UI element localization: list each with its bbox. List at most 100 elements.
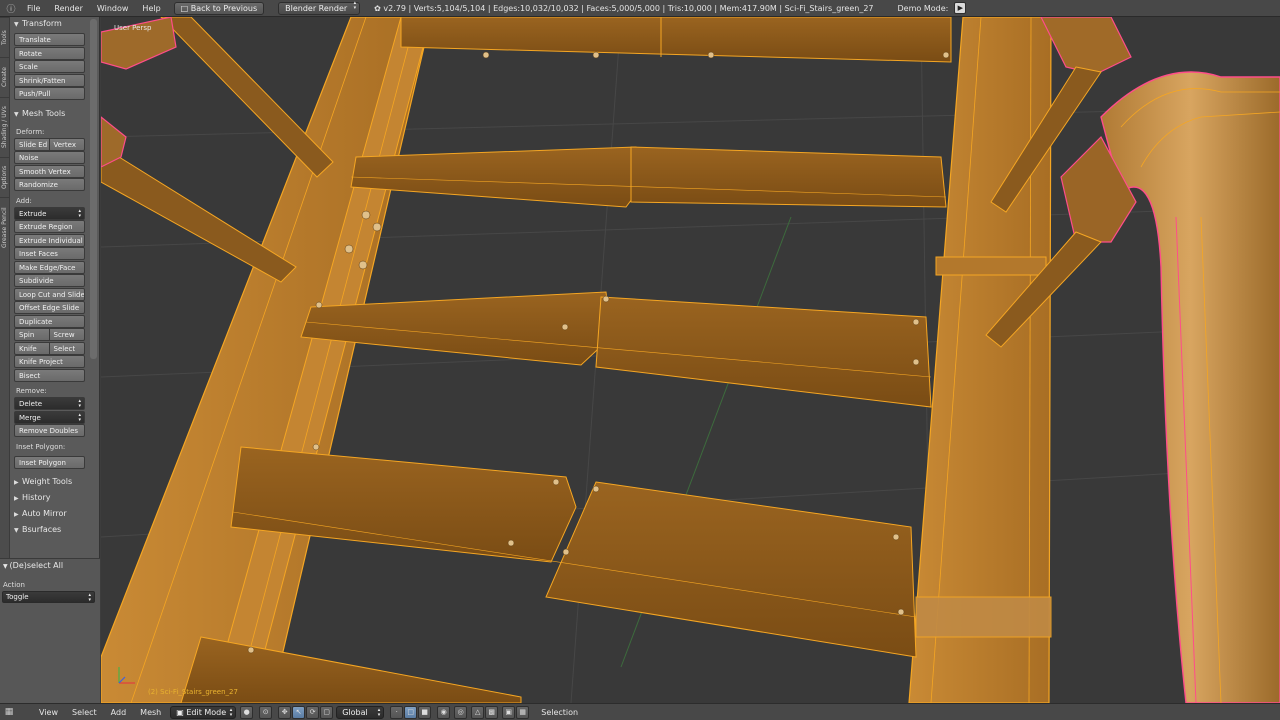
limit-selection-icon[interactable]: ◉ bbox=[437, 705, 451, 719]
smooth-vertex-button[interactable]: Smooth Vertex bbox=[14, 164, 85, 178]
tool-shelf-scrollbar[interactable] bbox=[90, 19, 97, 359]
editor-type-3dview-icon[interactable]: ▦ bbox=[0, 705, 18, 719]
expanded-triangle-icon: ▼ bbox=[14, 110, 19, 118]
action-label: Action bbox=[3, 581, 25, 589]
tab-options[interactable]: Options bbox=[0, 157, 9, 197]
operator-panel-header[interactable]: ▼ (De)select All bbox=[0, 559, 100, 573]
translate-manipulator-icon[interactable]: ↖ bbox=[292, 705, 306, 719]
tab-tools[interactable]: Tools bbox=[0, 17, 9, 57]
tab-create[interactable]: Create bbox=[0, 57, 9, 97]
inset-polygon-label: Inset Polygon: bbox=[16, 442, 66, 451]
back-to-previous-button[interactable]: □ Back to Previous bbox=[173, 1, 265, 15]
bsurfaces-panel-header[interactable]: ▼ Bsurfaces bbox=[11, 523, 88, 536]
extrude-individual-button[interactable]: Extrude Individual bbox=[14, 233, 85, 247]
edge-select-icon[interactable]: □ bbox=[404, 705, 418, 719]
inset-faces-button[interactable]: Inset Faces bbox=[14, 247, 85, 260]
duplicate-button[interactable]: Duplicate bbox=[14, 314, 85, 328]
snap-toggle-icon[interactable]: △ bbox=[471, 705, 485, 719]
rotate-button[interactable]: Rotate bbox=[14, 46, 85, 60]
menu-file[interactable]: File bbox=[20, 0, 47, 17]
slide-vertex-button[interactable]: Vertex bbox=[49, 137, 85, 151]
mode-select[interactable]: ▣ Edit Mode bbox=[170, 705, 237, 719]
deform-label: Deform: bbox=[16, 127, 45, 136]
make-edge-face-button[interactable]: Make Edge/Face bbox=[14, 260, 85, 274]
bisect-button[interactable]: Bisect bbox=[14, 368, 85, 382]
back-to-previous-label: Back to Previous bbox=[190, 3, 258, 13]
menu-add[interactable]: Add bbox=[104, 704, 134, 720]
viewport-shading-icon[interactable]: ● bbox=[240, 705, 254, 719]
proportional-edit-icon[interactable]: ◎ bbox=[454, 705, 468, 719]
render-preview-icon[interactable]: ▣ bbox=[502, 705, 516, 719]
subdivide-button[interactable]: Subdivide bbox=[14, 274, 85, 287]
knife-project-button[interactable]: Knife Project bbox=[14, 355, 85, 368]
inset-polygon-button[interactable]: Inset Polygon bbox=[14, 455, 85, 469]
screen-back-icon: □ bbox=[180, 3, 191, 13]
action-select[interactable]: Toggle bbox=[2, 591, 95, 603]
blender-window: ⓘ File Render Window Help □ Back to Prev… bbox=[0, 0, 1280, 720]
info-header: ⓘ File Render Window Help □ Back to Prev… bbox=[0, 0, 1280, 17]
transform-panel-header[interactable]: ▼ Transform bbox=[11, 17, 88, 30]
blender-logo-icon: ✿ bbox=[374, 3, 384, 13]
menu-view[interactable]: View bbox=[32, 704, 65, 720]
history-title: History bbox=[22, 493, 51, 502]
menu-render[interactable]: Render bbox=[47, 0, 89, 17]
menu-help[interactable]: Help bbox=[135, 0, 167, 17]
demo-play-icon[interactable]: ▶ bbox=[954, 2, 967, 14]
shrink-fatten-button[interactable]: Shrink/Fatten bbox=[14, 73, 85, 87]
transform-orientation-select[interactable]: Global bbox=[336, 705, 385, 719]
auto-mirror-panel-header[interactable]: ▶ Auto Mirror bbox=[11, 507, 88, 520]
merge-menu[interactable]: Merge bbox=[14, 410, 85, 424]
auto-mirror-title: Auto Mirror bbox=[22, 509, 67, 518]
render-engine-select[interactable]: Blender Render bbox=[278, 1, 361, 15]
extrude-menu[interactable]: Extrude bbox=[14, 206, 85, 220]
menu-window[interactable]: Window bbox=[90, 0, 136, 17]
scale-button[interactable]: Scale bbox=[14, 60, 85, 73]
mesh-tools-panel-header[interactable]: ▼ Mesh Tools bbox=[11, 107, 88, 120]
vertex-select-icon[interactable]: ⋅ bbox=[390, 705, 404, 719]
right-stringer[interactable] bbox=[908, 17, 1052, 703]
push-pull-button[interactable]: Push/Pull bbox=[14, 87, 85, 100]
history-panel-header[interactable]: ▶ History bbox=[11, 491, 88, 504]
operator-title: (De)select All bbox=[9, 561, 64, 570]
mesh-tools-panel-title: Mesh Tools bbox=[22, 108, 66, 118]
menu-mesh[interactable]: Mesh bbox=[133, 704, 168, 720]
randomize-button[interactable]: Randomize bbox=[14, 178, 85, 191]
pivot-point-icon[interactable]: ⊙ bbox=[259, 705, 273, 719]
loop-cut-slide-button[interactable]: Loop Cut and Slide bbox=[14, 287, 85, 301]
edit-mode-icon: ▣ bbox=[176, 707, 187, 717]
expanded-triangle-icon: ▼ bbox=[14, 21, 19, 28]
offset-edge-slide-button[interactable]: Offset Edge Slide bbox=[14, 301, 85, 314]
tab-grease-pencil[interactable]: Grease Pencil bbox=[0, 197, 9, 257]
3d-view-header: ▦ View Select Add Mesh ▣ Edit Mode ● ⊙ ✥… bbox=[0, 703, 1280, 720]
editor-type-icon[interactable]: ⓘ bbox=[2, 1, 20, 15]
spin-button[interactable]: Spin bbox=[14, 328, 50, 341]
remove-doubles-button[interactable]: Remove Doubles bbox=[14, 424, 85, 437]
selection-label: Selection bbox=[541, 707, 579, 717]
operator-panel: ▼ (De)select All Action Toggle bbox=[0, 558, 100, 703]
translate-button[interactable]: Translate bbox=[14, 33, 85, 46]
spin-screw-group: Spin Screw bbox=[14, 328, 85, 342]
demo-mode-label: Demo Mode: bbox=[897, 3, 949, 13]
knife-select-button[interactable]: Select bbox=[49, 341, 85, 355]
render-animation-icon[interactable]: ▦ bbox=[516, 705, 530, 719]
slide-edge-button[interactable]: Slide Ed bbox=[14, 137, 50, 151]
screw-button[interactable]: Screw bbox=[49, 328, 85, 341]
weight-tools-panel-header[interactable]: ▶ Weight Tools bbox=[11, 475, 88, 488]
viewport-canvas[interactable] bbox=[101, 17, 1280, 703]
snap-element-icon[interactable]: ▩ bbox=[485, 705, 499, 719]
scale-manipulator-icon[interactable]: ▢ bbox=[320, 705, 334, 719]
3d-viewport[interactable]: User Persp (2) Sci-Fi_Stairs_green_27 bbox=[101, 17, 1280, 703]
delete-menu[interactable]: Delete bbox=[14, 397, 85, 410]
menu-select[interactable]: Select bbox=[65, 704, 104, 720]
extrude-region-button[interactable]: Extrude Region bbox=[14, 220, 85, 233]
weight-tools-title: Weight Tools bbox=[22, 477, 73, 486]
collapsed-triangle-icon: ▶ bbox=[14, 495, 19, 502]
scene-stats: ✿ v2.79 | Verts:5,104/5,104 | Edges:10,0… bbox=[374, 4, 873, 13]
collapsed-triangle-icon: ▶ bbox=[14, 479, 19, 486]
manipulator-toggle-icon[interactable]: ✥ bbox=[278, 705, 292, 719]
tab-shading-uvs[interactable]: Shading / UVs bbox=[0, 97, 9, 157]
knife-button[interactable]: Knife bbox=[14, 341, 50, 355]
face-select-icon[interactable]: ■ bbox=[418, 705, 432, 719]
rotate-manipulator-icon[interactable]: ⟳ bbox=[306, 705, 320, 719]
noise-button[interactable]: Noise bbox=[14, 151, 85, 164]
